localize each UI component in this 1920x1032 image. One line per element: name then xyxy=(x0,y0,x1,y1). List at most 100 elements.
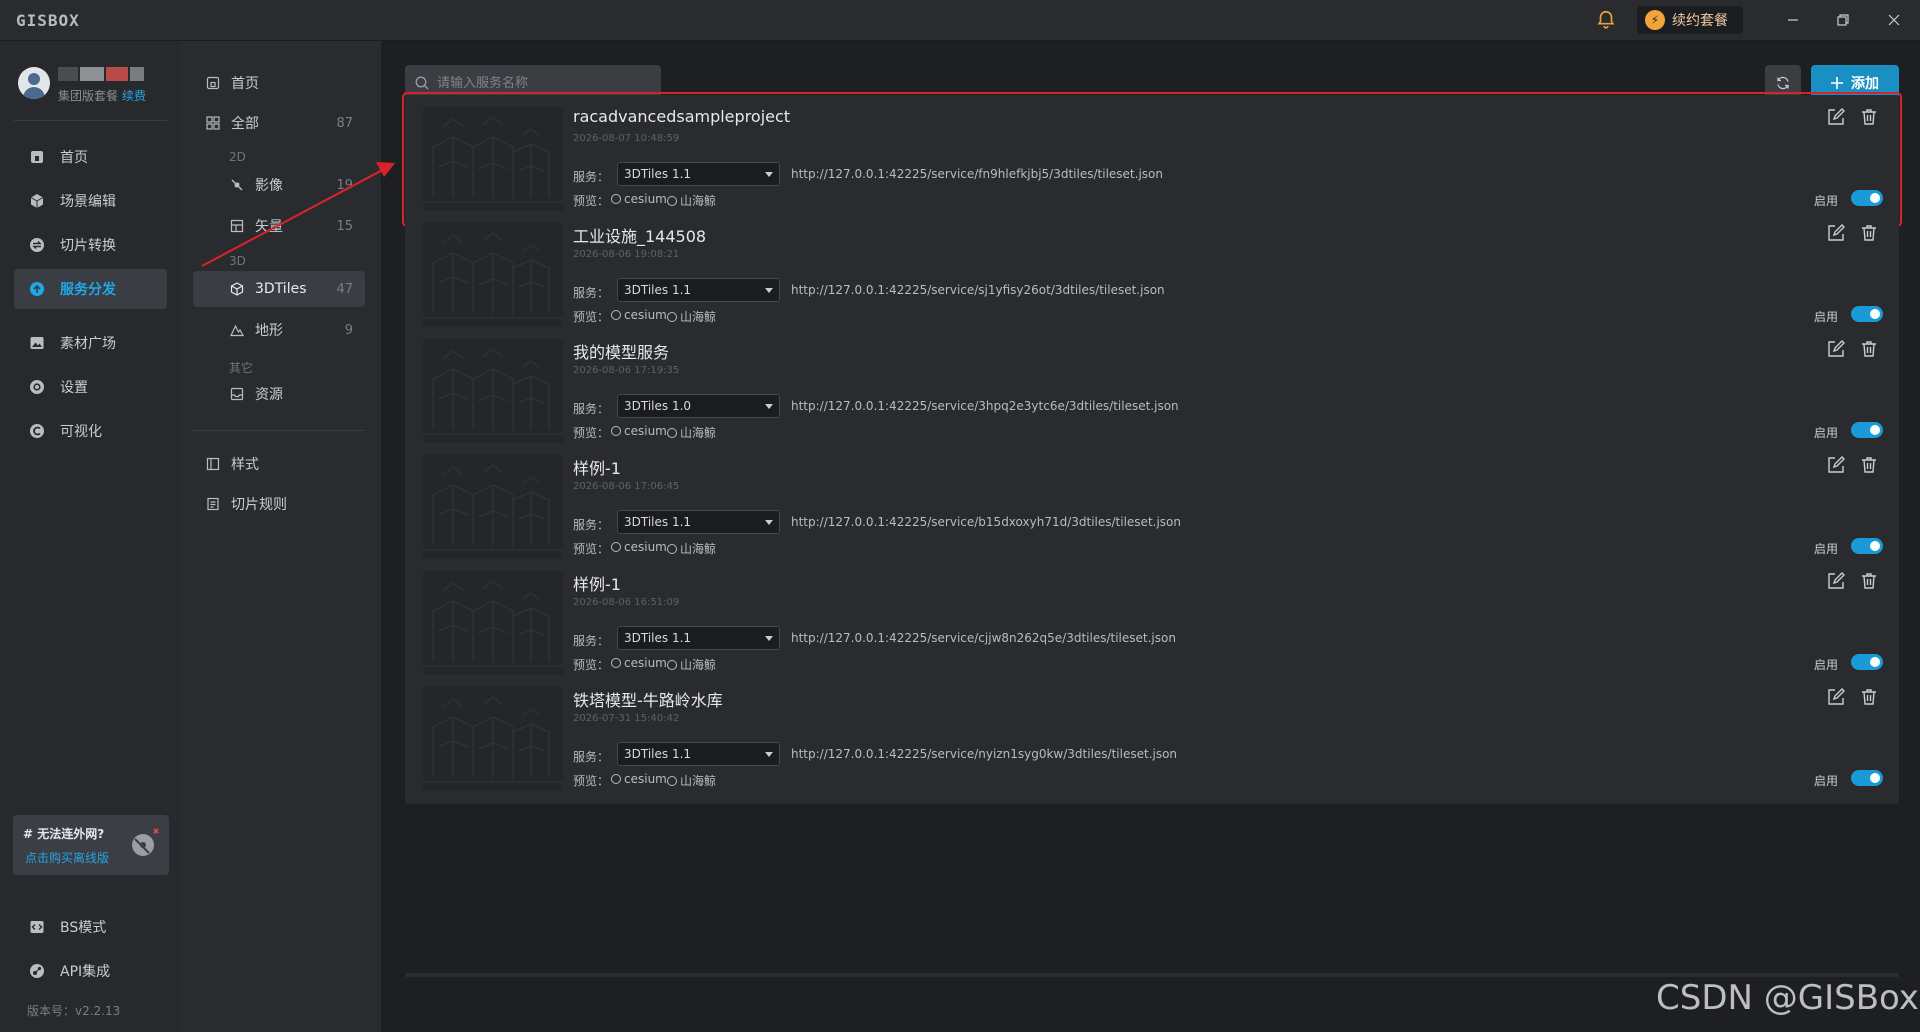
preview-shanhai-link[interactable]: 山海鲸 xyxy=(667,308,716,325)
service-title: 铁塔模型-牛路岭水库 xyxy=(573,691,723,710)
edit-icon[interactable] xyxy=(1826,687,1846,707)
preview-cesium-link[interactable]: cesium xyxy=(611,424,667,438)
subnav-imagery[interactable]: 影像 19 xyxy=(193,167,365,203)
subnav-all[interactable]: 全部 87 xyxy=(193,105,365,141)
service-date: 2026-08-07 10:48:59 xyxy=(573,133,680,144)
delete-icon[interactable] xyxy=(1859,455,1879,475)
service-card[interactable]: 我的模型服务 2026-08-06 17:19:35 服务： 3DTiles 1… xyxy=(405,327,1899,456)
preview-cesium-link[interactable]: cesium xyxy=(611,656,667,670)
caret-down-icon xyxy=(765,636,773,641)
style-icon xyxy=(205,456,221,472)
edit-icon[interactable] xyxy=(1826,455,1846,475)
preview-shanhai-label: 山海鲸 xyxy=(680,774,717,788)
service-version-select[interactable]: 3DTiles 1.1 xyxy=(617,742,780,766)
cube-icon xyxy=(28,192,46,210)
service-version-select[interactable]: 3DTiles 1.0 xyxy=(617,394,780,418)
renew-plan-button[interactable]: ⚡ 续约套餐 xyxy=(1637,6,1743,34)
service-date: 2026-07-31 15:40:42 xyxy=(573,713,680,724)
service-version-select[interactable]: 3DTiles 1.1 xyxy=(617,510,780,534)
search-input[interactable] xyxy=(437,75,657,91)
service-version-select[interactable]: 3DTiles 1.1 xyxy=(617,626,780,650)
sidebar-item-visualization[interactable]: 可视化 xyxy=(14,411,167,451)
renew-link[interactable]: 续费 xyxy=(122,89,146,103)
service-card[interactable]: 样例-1 2026-08-06 16:51:09 服务： 3DTiles 1.1… xyxy=(405,559,1899,688)
service-card[interactable]: racadvancedsampleproject 2026-08-07 10:4… xyxy=(402,92,1902,227)
subnav-resource[interactable]: 资源 xyxy=(193,376,365,412)
convert-icon xyxy=(28,236,46,254)
archive-icon xyxy=(229,386,245,402)
delete-icon[interactable] xyxy=(1859,223,1879,243)
subnav-tile-rules[interactable]: 切片规则 xyxy=(193,486,365,522)
subnav-vector[interactable]: 矢量 15 xyxy=(193,208,365,244)
service-url[interactable]: http://127.0.0.1:42225/service/nyizn1syg… xyxy=(791,747,1177,761)
offline-promo-title: # 无法连外网? xyxy=(23,827,105,841)
service-url[interactable]: http://127.0.0.1:42225/service/sj1yfisy2… xyxy=(791,283,1165,297)
subnav-style[interactable]: 样式 xyxy=(193,446,365,482)
service-card[interactable]: 样例-1 2026-08-06 17:06:45 服务： 3DTiles 1.1… xyxy=(405,443,1899,572)
delete-icon[interactable] xyxy=(1859,571,1879,591)
edit-icon[interactable] xyxy=(1826,107,1846,127)
subnav-terrain[interactable]: 地形 9 xyxy=(193,312,365,348)
enable-label: 启用 xyxy=(1814,426,1839,440)
sidebar-item-api-integration[interactable]: API集成 xyxy=(14,951,167,991)
delete-icon[interactable] xyxy=(1859,339,1879,359)
minimize-button[interactable] xyxy=(1781,8,1805,32)
user-profile[interactable]: 集团版套餐 续费 xyxy=(18,65,168,109)
sidebar-item-tile-convert[interactable]: 切片转换 xyxy=(14,225,167,265)
sidebar-item-settings[interactable]: 设置 xyxy=(14,367,167,407)
service-card[interactable]: 工业设施_144508 2026-08-06 19:08:21 服务： 3DTi… xyxy=(405,211,1899,340)
preview-shanhai-link[interactable]: 山海鲸 xyxy=(667,772,716,789)
sidebar-item-label: 首页 xyxy=(60,150,88,166)
enable-toggle[interactable] xyxy=(1851,190,1883,206)
enable-toggle[interactable] xyxy=(1851,770,1883,786)
service-title: 我的模型服务 xyxy=(573,343,670,362)
enable-toggle[interactable] xyxy=(1851,422,1883,438)
sidebar-item-material-plaza[interactable]: 素材广场 xyxy=(14,323,167,363)
subnav-3dtiles[interactable]: 3DTiles 47 xyxy=(193,271,365,307)
subnav-home[interactable]: 首页 xyxy=(193,65,365,101)
sidebar-item-scene-edit[interactable]: 场景编辑 xyxy=(14,181,167,221)
service-url[interactable]: http://127.0.0.1:42225/service/b15dxoxyh… xyxy=(791,515,1181,529)
preview-cesium-link[interactable]: cesium xyxy=(611,540,667,554)
enable-toggle[interactable] xyxy=(1851,654,1883,670)
subnav-count: 19 xyxy=(336,177,353,193)
close-button[interactable] xyxy=(1882,8,1906,32)
code-icon xyxy=(28,918,46,936)
preview-shanhai-link[interactable]: 山海鲸 xyxy=(667,424,716,441)
preview-cesium-label: cesium xyxy=(624,424,667,438)
search-icon xyxy=(415,76,429,90)
preview-cesium-link[interactable]: cesium xyxy=(611,192,667,206)
service-url[interactable]: http://127.0.0.1:42225/service/cjjw8n262… xyxy=(791,631,1176,645)
service-card[interactable]: 铁塔模型-牛路岭水库 2026-07-31 15:40:42 服务： 3DTil… xyxy=(405,675,1899,804)
preview-label: 预览： xyxy=(573,426,610,440)
preview-cesium-link[interactable]: cesium xyxy=(611,308,667,322)
preview-cesium-link[interactable]: cesium xyxy=(611,772,667,786)
subnav-label: 资源 xyxy=(255,387,283,403)
sidebar-item-bs-mode[interactable]: BS模式 xyxy=(14,907,167,947)
sidebar-item-service-publish[interactable]: 服务分发 xyxy=(14,269,167,309)
edit-icon[interactable] xyxy=(1826,223,1846,243)
preview-shanhai-link[interactable]: 山海鲸 xyxy=(667,192,716,209)
enable-label: 启用 xyxy=(1814,542,1839,556)
sidebar-item-label: 素材广场 xyxy=(60,336,116,352)
preview-shanhai-link[interactable]: 山海鲸 xyxy=(667,656,716,673)
service-url[interactable]: http://127.0.0.1:42225/service/3hpq2e3yt… xyxy=(791,399,1179,413)
offline-promo-link[interactable]: 点击购买离线版 xyxy=(25,849,109,866)
enable-toggle[interactable] xyxy=(1851,306,1883,322)
notification-bell-icon[interactable] xyxy=(1595,9,1617,31)
cesium-icon xyxy=(611,194,621,204)
preview-shanhai-link[interactable]: 山海鲸 xyxy=(667,540,716,557)
sidebar-item-home[interactable]: 首页 xyxy=(14,137,167,177)
edit-icon[interactable] xyxy=(1826,571,1846,591)
preview-shanhai-label: 山海鲸 xyxy=(680,194,717,208)
service-version-select[interactable]: 3DTiles 1.1 xyxy=(617,278,780,302)
service-url[interactable]: http://127.0.0.1:42225/service/fn9hlefkj… xyxy=(791,167,1163,181)
edit-icon[interactable] xyxy=(1826,339,1846,359)
mountain-icon xyxy=(229,322,245,338)
offline-promo-card[interactable]: # 无法连外网? 点击购买离线版 xyxy=(13,815,169,875)
delete-icon[interactable] xyxy=(1859,107,1879,127)
delete-icon[interactable] xyxy=(1859,687,1879,707)
enable-toggle[interactable] xyxy=(1851,538,1883,554)
service-version-select[interactable]: 3DTiles 1.1 xyxy=(617,162,780,186)
restore-button[interactable] xyxy=(1831,8,1855,32)
